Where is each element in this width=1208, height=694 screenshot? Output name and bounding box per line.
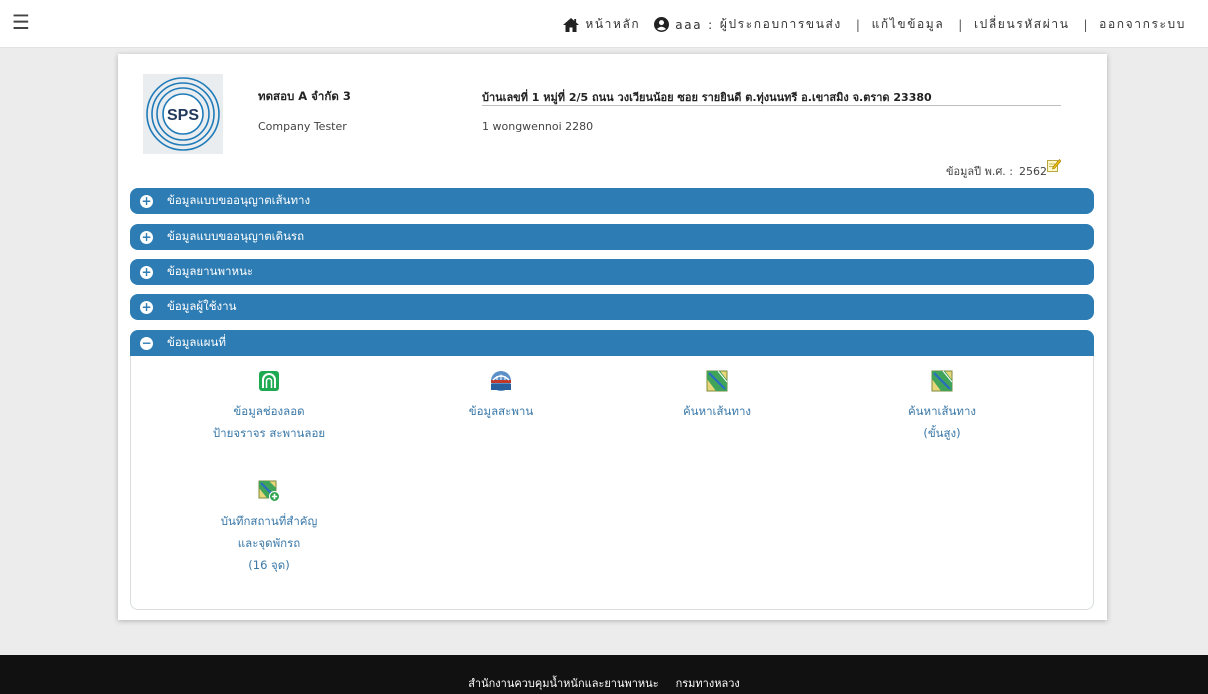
user-colon: :	[708, 17, 714, 32]
tile-route-search-advanced[interactable]: ค้นหาเส้นทาง (ขั้นสูง)	[842, 370, 1042, 444]
nav-separator: |	[855, 17, 862, 32]
map-section-panel: ข้อมูลช่องลอด ป้ายจราจร สะพานลอย ข้อมูลส…	[130, 356, 1094, 610]
tile-label-line1: ค้นหาเส้นทาง	[682, 404, 752, 418]
logo-text: SPS	[167, 107, 199, 124]
collapse-minus-icon: −	[140, 335, 153, 350]
tile-label-line1: บันทึกสถานที่สำคัญ	[220, 514, 318, 528]
tile-label-line1: ค้นหาเส้นทาง	[907, 404, 977, 418]
tile-label-line2: และจุดพักรถ	[237, 536, 301, 550]
section-route-permit[interactable]: + ข้อมูลแบบขออนุญาตเส้นทาง	[130, 188, 1094, 214]
tile-label-line1: ข้อมูลช่องลอด	[233, 404, 305, 418]
map-route-icon	[706, 370, 728, 392]
expand-plus-icon: +	[140, 264, 153, 279]
home-icon	[563, 17, 580, 32]
tile-label-line2: (ขั้นสูง)	[923, 426, 961, 440]
tile-tunnel-data[interactable]: ข้อมูลช่องลอด ป้ายจราจร สะพานลอย	[169, 370, 369, 444]
tile-label-line2: ป้ายจราจร สะพานลอย	[212, 426, 326, 440]
nav-separator: |	[958, 17, 964, 32]
top-navbar: ☰ หน้าหลัก aaa : ผู้ประกอบการขนส่ง | แก้…	[0, 0, 1208, 48]
section-label: ข้อมูลแบบขออนุญาตเส้นทาง	[167, 193, 311, 207]
company-logo: SPS	[143, 74, 223, 154]
logout-link[interactable]: ออกจากระบบ	[1099, 15, 1186, 34]
section-vehicles[interactable]: + ข้อมูลยานพาหนะ	[130, 259, 1094, 285]
footer-org: สำนักงานควบคุมน้ำหนักและยานพาหนะ	[468, 677, 659, 690]
company-name-en: Company Tester	[258, 120, 347, 133]
section-label: ข้อมูลแบบขออนุญาตเดินรถ	[167, 229, 305, 243]
user-name: aaa	[675, 17, 703, 32]
user-role: ผู้ประกอบการขนส่ง	[719, 17, 842, 31]
section-map[interactable]: − ข้อมูลแผนที่	[130, 330, 1094, 356]
user-circle-icon	[654, 17, 670, 32]
company-card: SPS ทดสอบ A จำกัด 3 Company Tester บ้านเ…	[118, 54, 1107, 620]
home-link[interactable]: หน้าหลัก	[563, 15, 640, 34]
expand-plus-icon: +	[140, 229, 153, 244]
expand-plus-icon: +	[140, 193, 153, 208]
year-info: ข้อมูลปี พ.ศ. : 2562	[946, 162, 1047, 180]
user-info: aaa : ผู้ประกอบการขนส่ง	[640, 15, 842, 34]
footer: สำนักงานควบคุมน้ำหนักและยานพาหนะ กรมทางห…	[0, 655, 1208, 694]
section-label: ข้อมูลแผนที่	[167, 335, 226, 349]
map-add-icon	[258, 480, 280, 502]
nav-separator: |	[1083, 17, 1090, 32]
section-driving-permit[interactable]: + ข้อมูลแบบขออนุญาตเดินรถ	[130, 224, 1094, 250]
company-address: บ้านเลขที่ 1 หมู่ที่ 2/5 ถนน วงเวียนน้อย…	[482, 91, 932, 104]
section-label: ข้อมูลผู้ใช้งาน	[167, 299, 237, 313]
map-route-advanced-icon	[931, 370, 953, 392]
hamburger-menu-icon[interactable]: ☰	[12, 10, 30, 34]
tile-label-line1: ข้อมูลสะพาน	[468, 404, 534, 418]
top-nav-links: หน้าหลัก aaa : ผู้ประกอบการขนส่ง | แก้ไข…	[563, 15, 1186, 34]
tile-label-count: (16 จุด)	[248, 558, 290, 572]
bridge-icon	[491, 371, 511, 391]
tile-landmarks[interactable]: บันทึกสถานที่สำคัญ และจุดพักรถ (16 จุด)	[169, 480, 369, 576]
tile-route-search[interactable]: ค้นหาเส้นทาง	[617, 370, 817, 422]
expand-plus-icon: +	[140, 299, 153, 314]
company-address-en: 1 wongwennoi 2280	[482, 120, 594, 133]
year-label: ข้อมูลปี พ.ศ. :	[945, 165, 1013, 178]
section-users[interactable]: + ข้อมูลผู้ใช้งาน	[130, 294, 1094, 320]
tile-bridge-data[interactable]: ข้อมูลสะพาน	[401, 370, 601, 422]
address-divider	[482, 105, 1061, 106]
sps-logo-image: SPS	[143, 74, 223, 154]
edit-icon[interactable]	[1047, 158, 1061, 172]
section-label: ข้อมูลยานพาหนะ	[167, 264, 254, 278]
year-value: 2562	[1019, 164, 1047, 178]
change-password-link[interactable]: เปลี่ยนรหัสผ่าน	[974, 15, 1070, 34]
footer-dept: กรมทางหลวง	[675, 677, 740, 690]
tunnel-icon	[259, 371, 279, 391]
edit-profile-link[interactable]: แก้ไขข้อมูล	[872, 15, 945, 34]
company-name: ทดสอบ A จำกัด 3	[258, 89, 351, 103]
home-label: หน้าหลัก	[585, 17, 641, 31]
